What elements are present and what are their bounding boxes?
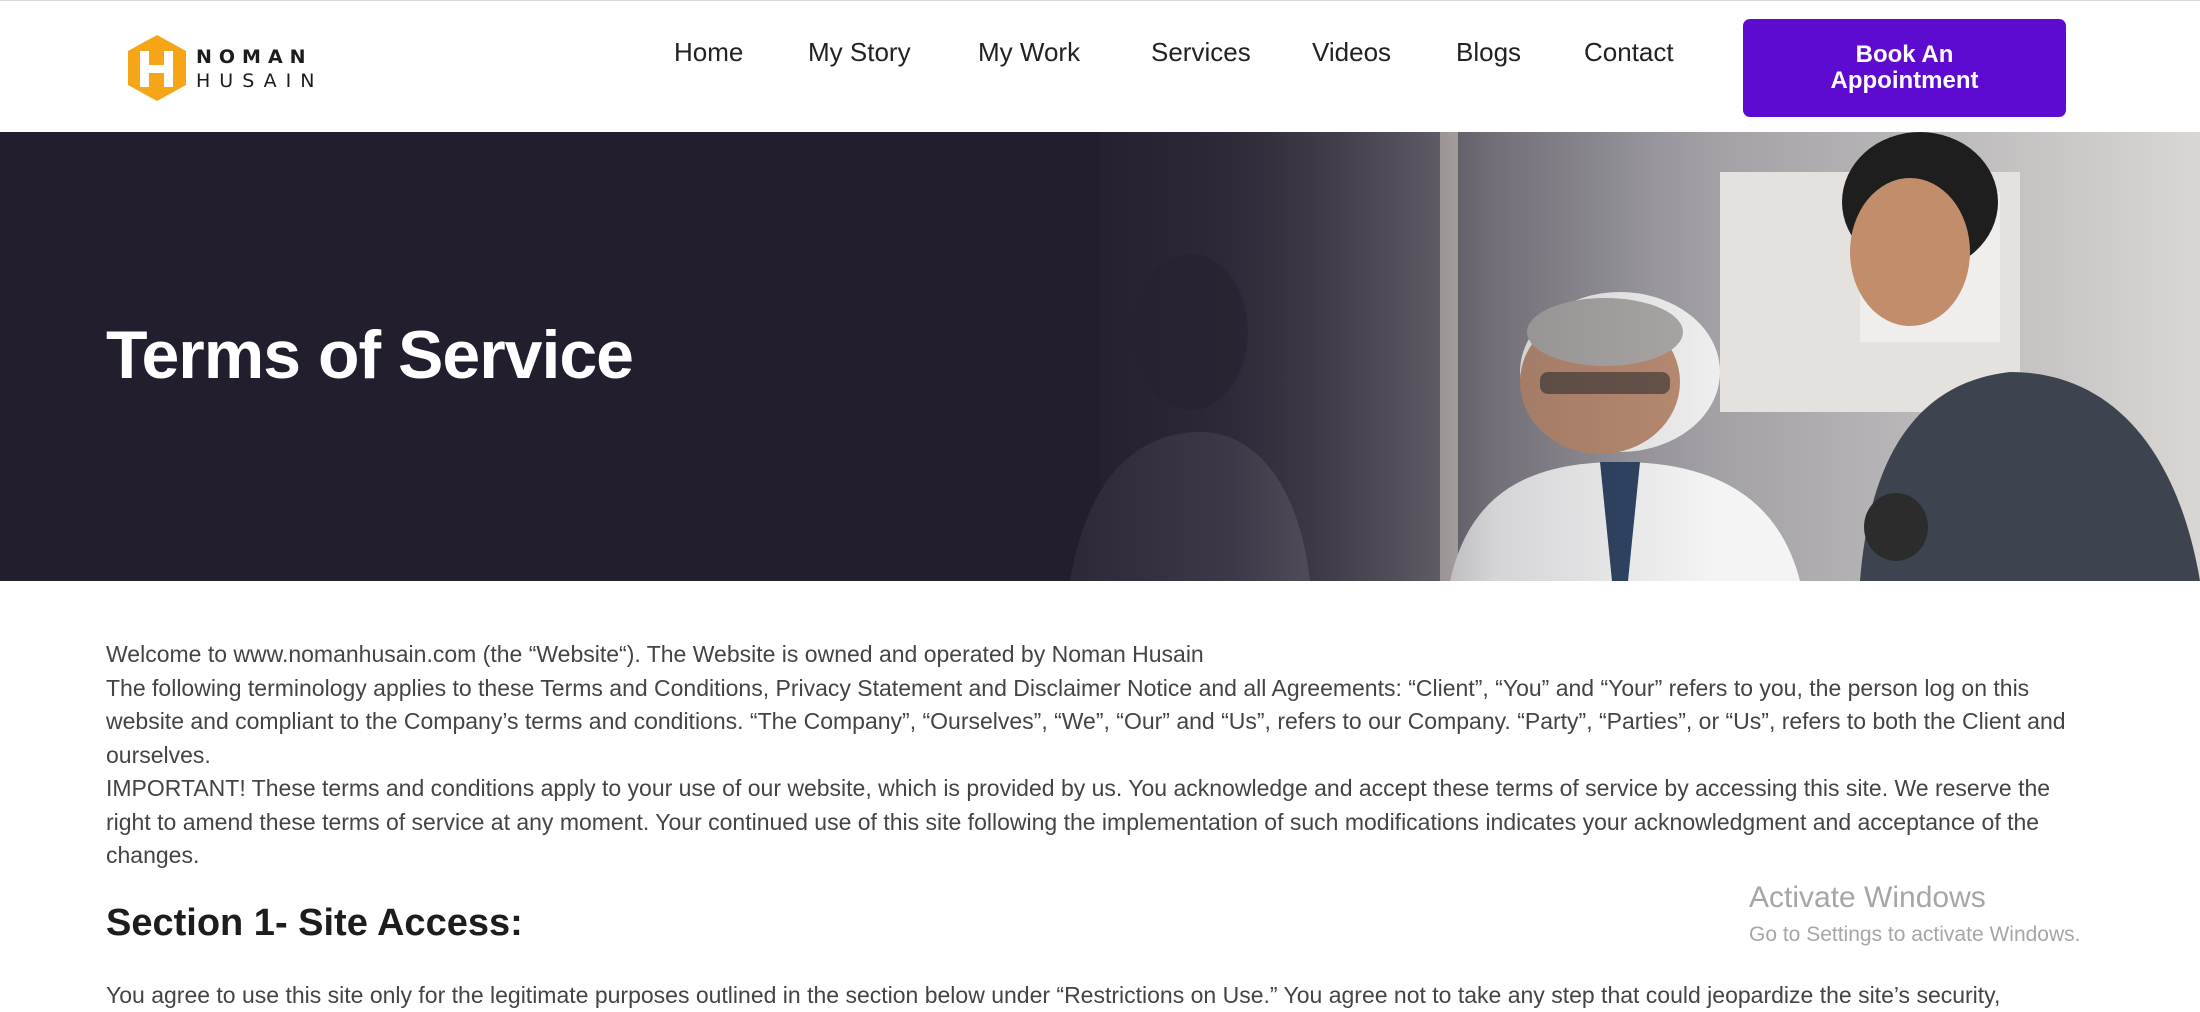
hero-banner: Terms of Service (0, 132, 2200, 581)
intro-paragraph-2: The following terminology applies to the… (106, 672, 2076, 773)
cta-label-line1: Book An (1856, 42, 1954, 68)
logo-text-line2: HUSAIN (196, 69, 323, 93)
terms-content: Welcome to www.nomanhusain.com (the “Web… (106, 638, 2076, 1012)
intro-paragraph-3: IMPORTANT! These terms and conditions ap… (106, 772, 2076, 873)
logo-wordmark: NOMAN HUSAIN (196, 45, 323, 93)
page-title: Terms of Service (106, 316, 633, 394)
intro-paragraph-1: Welcome to www.nomanhusain.com (the “Web… (106, 638, 2076, 672)
nav-item-blogs[interactable]: Blogs (1456, 37, 1521, 68)
logo-text-line1: NOMAN (196, 45, 323, 69)
watermark-subtitle: Go to Settings to activate Windows. (1749, 920, 2081, 950)
book-appointment-button[interactable]: Book An Appointment (1743, 19, 2066, 117)
watermark-title: Activate Windows (1749, 878, 2081, 918)
logo-mark-icon (126, 33, 188, 103)
nav-item-my-work[interactable]: My Work (978, 37, 1080, 68)
nav-item-videos[interactable]: Videos (1312, 37, 1391, 68)
nav-item-home[interactable]: Home (674, 37, 743, 68)
cta-label-line2: Appointment (1831, 68, 1979, 94)
section-1-text: You agree to use this site only for the … (106, 979, 2076, 1012)
nav-item-contact[interactable]: Contact (1584, 37, 1674, 68)
nav-item-services[interactable]: Services (1151, 37, 1251, 68)
activate-windows-watermark: Activate Windows Go to Settings to activ… (1749, 878, 2081, 950)
site-header: NOMAN HUSAIN Home My Story My Work Servi… (0, 0, 2200, 132)
nav-item-my-story[interactable]: My Story (808, 37, 911, 68)
brand-logo[interactable]: NOMAN HUSAIN (126, 33, 356, 103)
